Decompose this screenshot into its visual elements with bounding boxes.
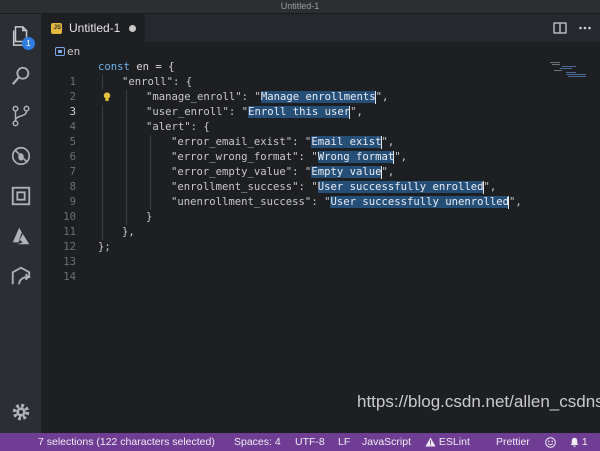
selected-text: User successfully unenrolled [330, 196, 510, 208]
code-text: "user_enroll": " [146, 106, 249, 118]
code-line[interactable]: 1 const en = { [41, 60, 561, 88]
status-notifications[interactable]: 1 [570, 436, 588, 448]
line-number: 14 [63, 271, 76, 283]
breadcrumb-symbol: en [67, 44, 81, 58]
status-bar: 7 selections (122 characters selected) S… [0, 433, 600, 451]
selected-text: Empty value [311, 166, 382, 178]
tab-untitled-1[interactable]: JS Untitled-1 [41, 14, 145, 42]
watermark-text: https://blog.csdn.net/allen_csdns [357, 392, 600, 411]
code-line[interactable]: 14 [41, 255, 561, 283]
code-text: "enrollment_success": " [171, 181, 318, 193]
code-line[interactable]: 6 "error_email_exist": "Email exist", [41, 135, 561, 163]
code-text: "error_empty_value": " [171, 166, 312, 178]
code-text: }; [98, 241, 111, 253]
lightbulb-icon[interactable] [103, 92, 111, 102]
tab-label: Untitled-1 [69, 21, 121, 35]
code-text: ", [350, 106, 363, 118]
unsaved-dot-icon[interactable] [129, 24, 137, 32]
warning-icon [425, 437, 436, 447]
code-line[interactable]: 9 "enrollment_success": "User successful… [41, 180, 561, 208]
code-text: "manage_enroll": " [146, 91, 261, 103]
status-indentation[interactable]: Spaces: 4 [234, 436, 281, 448]
code-text: ", [509, 196, 522, 208]
settings-gear-icon[interactable] [0, 394, 41, 430]
code-text: }, [122, 226, 135, 238]
explorer-badge: 1 [22, 37, 35, 50]
code-text: en = { [129, 61, 175, 73]
code-lines[interactable]: 1 const en = { 2 "enroll": { 3 "manage_e… [41, 60, 561, 283]
code-keyword: const [98, 61, 130, 73]
code-text: "error_wrong_format": " [171, 151, 318, 163]
status-language[interactable]: JavaScript [362, 436, 411, 448]
bell-icon [570, 438, 579, 447]
selected-text: Manage enrollments [260, 91, 376, 103]
selected-text: Enroll this user [248, 106, 351, 118]
code-line[interactable]: 10 "unenrollment_success": "User success… [41, 195, 561, 223]
azure-icon[interactable] [0, 218, 41, 254]
code-text: "enroll": { [122, 76, 193, 88]
selected-text: Wrong format [317, 151, 395, 163]
extensions-icon[interactable] [0, 178, 41, 214]
activity-bar: 1 [0, 14, 41, 433]
code-editor[interactable]: en 1 const en = { 2 "enroll": { 3 "manag… [41, 42, 600, 433]
code-text: ", [394, 151, 408, 163]
code-line[interactable]: 2 "enroll": { [41, 75, 561, 103]
selected-text: User successfully enrolled [317, 181, 484, 193]
code-text: "alert": { [146, 121, 210, 133]
selected-text: Email exist [311, 136, 382, 148]
code-line[interactable]: 13 }; [41, 240, 561, 268]
code-line[interactable]: 11 } [41, 210, 561, 238]
breadcrumb[interactable]: en [55, 44, 80, 58]
status-selections[interactable]: 7 selections (122 characters selected) [38, 436, 215, 448]
status-encoding[interactable]: UTF-8 [295, 436, 325, 448]
editor-tab-bar: JS Untitled-1 [41, 14, 600, 42]
code-line[interactable]: 7 "error_wrong_format": "Wrong format", [41, 150, 561, 178]
feedback-smiley-icon[interactable] [545, 437, 556, 448]
notification-count: 1 [581, 436, 588, 448]
live-share-icon[interactable] [0, 258, 41, 294]
code-text: } [146, 211, 153, 223]
code-text: "error_email_exist": " [171, 136, 312, 148]
variable-symbol-icon [55, 46, 65, 56]
code-line[interactable]: 4 "user_enroll": "Enroll this user", [41, 105, 561, 133]
status-prettier[interactable]: Prettier [496, 436, 530, 448]
code-line[interactable]: 12 }, [41, 225, 561, 253]
code-text: ", [381, 136, 395, 148]
code-line[interactable]: 5 "alert": { [41, 120, 561, 148]
code-text: ", [375, 91, 389, 103]
window-title: Untitled-1 [280, 1, 320, 11]
debug-icon[interactable] [0, 138, 41, 174]
code-line[interactable]: 3 "manage_enroll": "Manage enrollments", [41, 90, 561, 118]
split-editor-icon[interactable] [553, 21, 567, 35]
search-icon[interactable] [0, 58, 41, 94]
code-text: ", [483, 181, 497, 193]
minimap[interactable] [548, 60, 588, 80]
source-control-icon[interactable] [0, 98, 41, 134]
code-text: ", [381, 166, 395, 178]
explorer-icon[interactable]: 1 [0, 18, 41, 54]
code-line[interactable]: 8 "error_empty_value": "Empty value", [41, 165, 561, 193]
javascript-file-icon: JS [51, 22, 62, 34]
status-eslint-label: ESLint [438, 436, 470, 448]
code-text: "unenrollment_success": " [171, 196, 331, 208]
status-eol[interactable]: LF [338, 436, 350, 448]
window-titlebar: Untitled-1 [0, 0, 600, 14]
more-actions-icon[interactable] [578, 21, 592, 35]
status-eslint[interactable]: ESLint [425, 436, 470, 448]
